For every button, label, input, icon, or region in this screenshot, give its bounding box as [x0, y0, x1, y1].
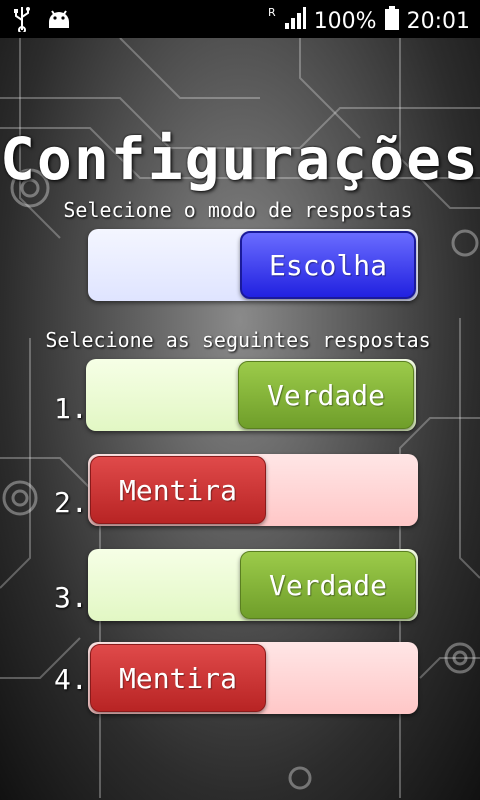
usb-icon: [12, 6, 32, 38]
answer-number-3: 3.: [54, 581, 88, 614]
answer-toggle-3[interactable]: Verdade: [88, 549, 418, 621]
answer-toggle-4-knob[interactable]: Mentira: [90, 644, 266, 712]
mode-prompt: Selecione o modo de respostas: [63, 198, 413, 222]
answer-toggle-1-knob[interactable]: Verdade: [238, 361, 414, 429]
mode-toggle[interactable]: Escolha: [88, 229, 418, 301]
answer-toggle-2-knob[interactable]: Mentira: [90, 456, 266, 524]
battery-icon: [384, 6, 399, 36]
answers-prompt: Selecione as seguintes respostas: [45, 328, 431, 352]
battery-percent: 100%: [313, 8, 377, 34]
answer-toggle-1[interactable]: Verdade: [86, 359, 416, 431]
clock: 20:01: [406, 8, 470, 34]
signal-icon: [284, 7, 306, 35]
answer-number-2: 2.: [54, 486, 88, 519]
status-bar: R 100% 20:01: [0, 0, 480, 38]
answer-toggle-4[interactable]: Mentira: [88, 642, 418, 714]
mode-toggle-knob[interactable]: Escolha: [240, 231, 416, 299]
answer-number-1: 1.: [54, 392, 88, 425]
android-icon: [46, 8, 72, 36]
page-title: Configurações: [0, 125, 480, 193]
roaming-indicator: R: [268, 6, 276, 19]
answer-number-4: 4.: [54, 663, 88, 696]
answer-toggle-2[interactable]: Mentira: [88, 454, 418, 526]
answer-toggle-3-knob[interactable]: Verdade: [240, 551, 416, 619]
